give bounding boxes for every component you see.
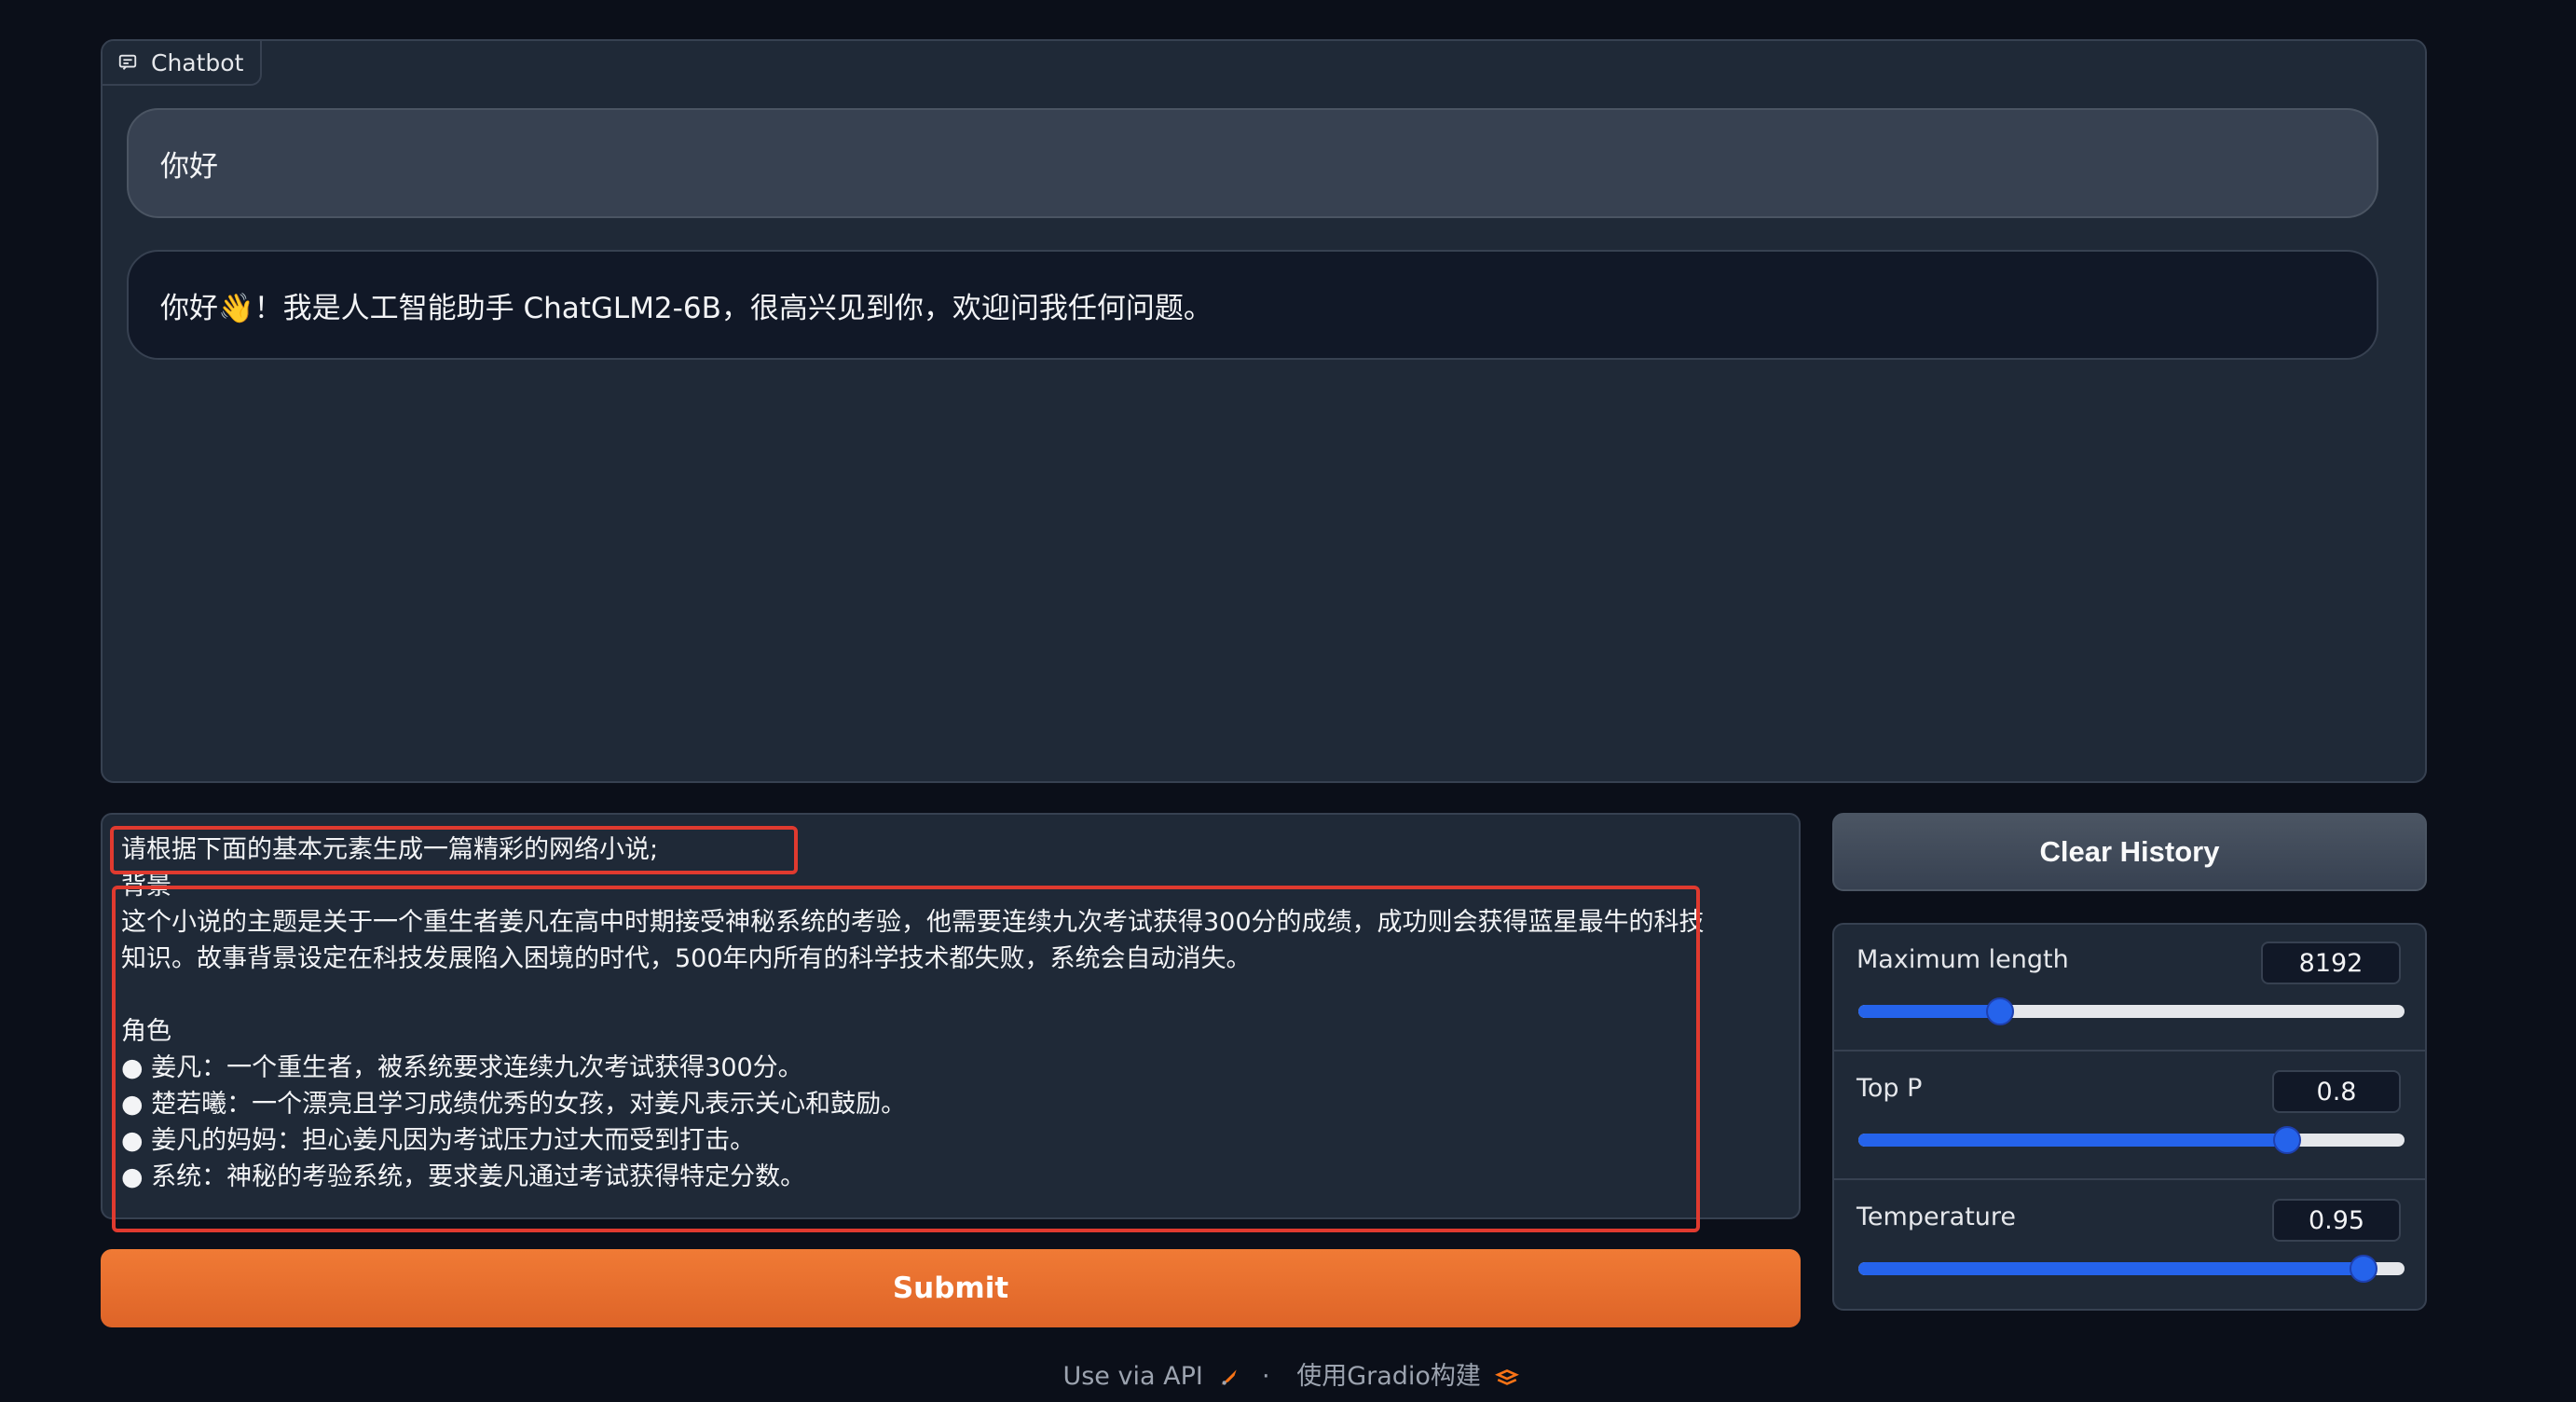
- highlight-box-instruction: [110, 826, 798, 874]
- max-length-number-input[interactable]: 8192: [2261, 942, 2401, 984]
- chatbot-panel: Chatbot 你好 你好👋！我是人工智能助手 ChatGLM2-6B，很高兴见…: [101, 39, 2427, 783]
- footer-separator: ·: [1262, 1362, 1270, 1391]
- built-with-gradio-link[interactable]: 使用Gradio构建: [1296, 1362, 1481, 1391]
- top-p-number-input[interactable]: 0.8: [2272, 1070, 2401, 1113]
- gradio-app: Chatbot 你好 你好👋！我是人工智能助手 ChatGLM2-6B，很高兴见…: [0, 0, 2576, 1402]
- highlight-box-elements: [112, 886, 1700, 1232]
- footer: Use via API · 使用Gradio构建: [0, 1355, 2576, 1392]
- slider-thumb[interactable]: [2350, 1255, 2378, 1283]
- submit-button[interactable]: Submit: [101, 1249, 1801, 1327]
- clear-history-button[interactable]: Clear History: [1832, 813, 2427, 891]
- chat-icon: [118, 54, 137, 70]
- slider-maximum-length: Maximum length 8192: [1834, 925, 2425, 1052]
- bot-message: 你好👋！我是人工智能助手 ChatGLM2-6B，很高兴见到你，欢迎问我任何问题…: [127, 250, 2378, 360]
- slider-thumb[interactable]: [1986, 997, 2015, 1025]
- chatbot-label: Chatbot: [103, 41, 263, 86]
- parameters-panel: Maximum length 8192 Top P 0.8 Temperatur…: [1832, 923, 2427, 1311]
- user-message-text: 你好: [160, 149, 218, 184]
- slider-track[interactable]: [1858, 997, 2405, 1025]
- slider-top-p: Top P 0.8: [1834, 1053, 2425, 1180]
- temperature-number-input[interactable]: 0.95: [2272, 1199, 2401, 1242]
- slider-label: Top P: [1857, 1074, 1923, 1103]
- chatbot-label-text: Chatbot: [151, 48, 244, 76]
- slider-label: Maximum length: [1857, 945, 2069, 974]
- bot-message-text: 你好👋！我是人工智能助手 ChatGLM2-6B，很高兴见到你，欢迎问我任何问题…: [160, 291, 1213, 325]
- slider-label: Temperature: [1857, 1203, 2017, 1231]
- slider-fill: [1858, 1134, 2287, 1147]
- slider-fill: [1858, 1005, 2001, 1018]
- slider-temperature: Temperature 0.95: [1834, 1182, 2425, 1309]
- slider-track[interactable]: [1858, 1255, 2405, 1283]
- user-message: 你好: [127, 108, 2378, 218]
- use-via-api-link[interactable]: Use via API: [1062, 1362, 1202, 1391]
- slider-thumb[interactable]: [2273, 1126, 2301, 1154]
- slider-fill: [1858, 1262, 2364, 1275]
- gradio-logo-icon: [1494, 1368, 1519, 1385]
- slider-track[interactable]: [1858, 1126, 2405, 1154]
- rocket-icon: [1221, 1368, 1238, 1385]
